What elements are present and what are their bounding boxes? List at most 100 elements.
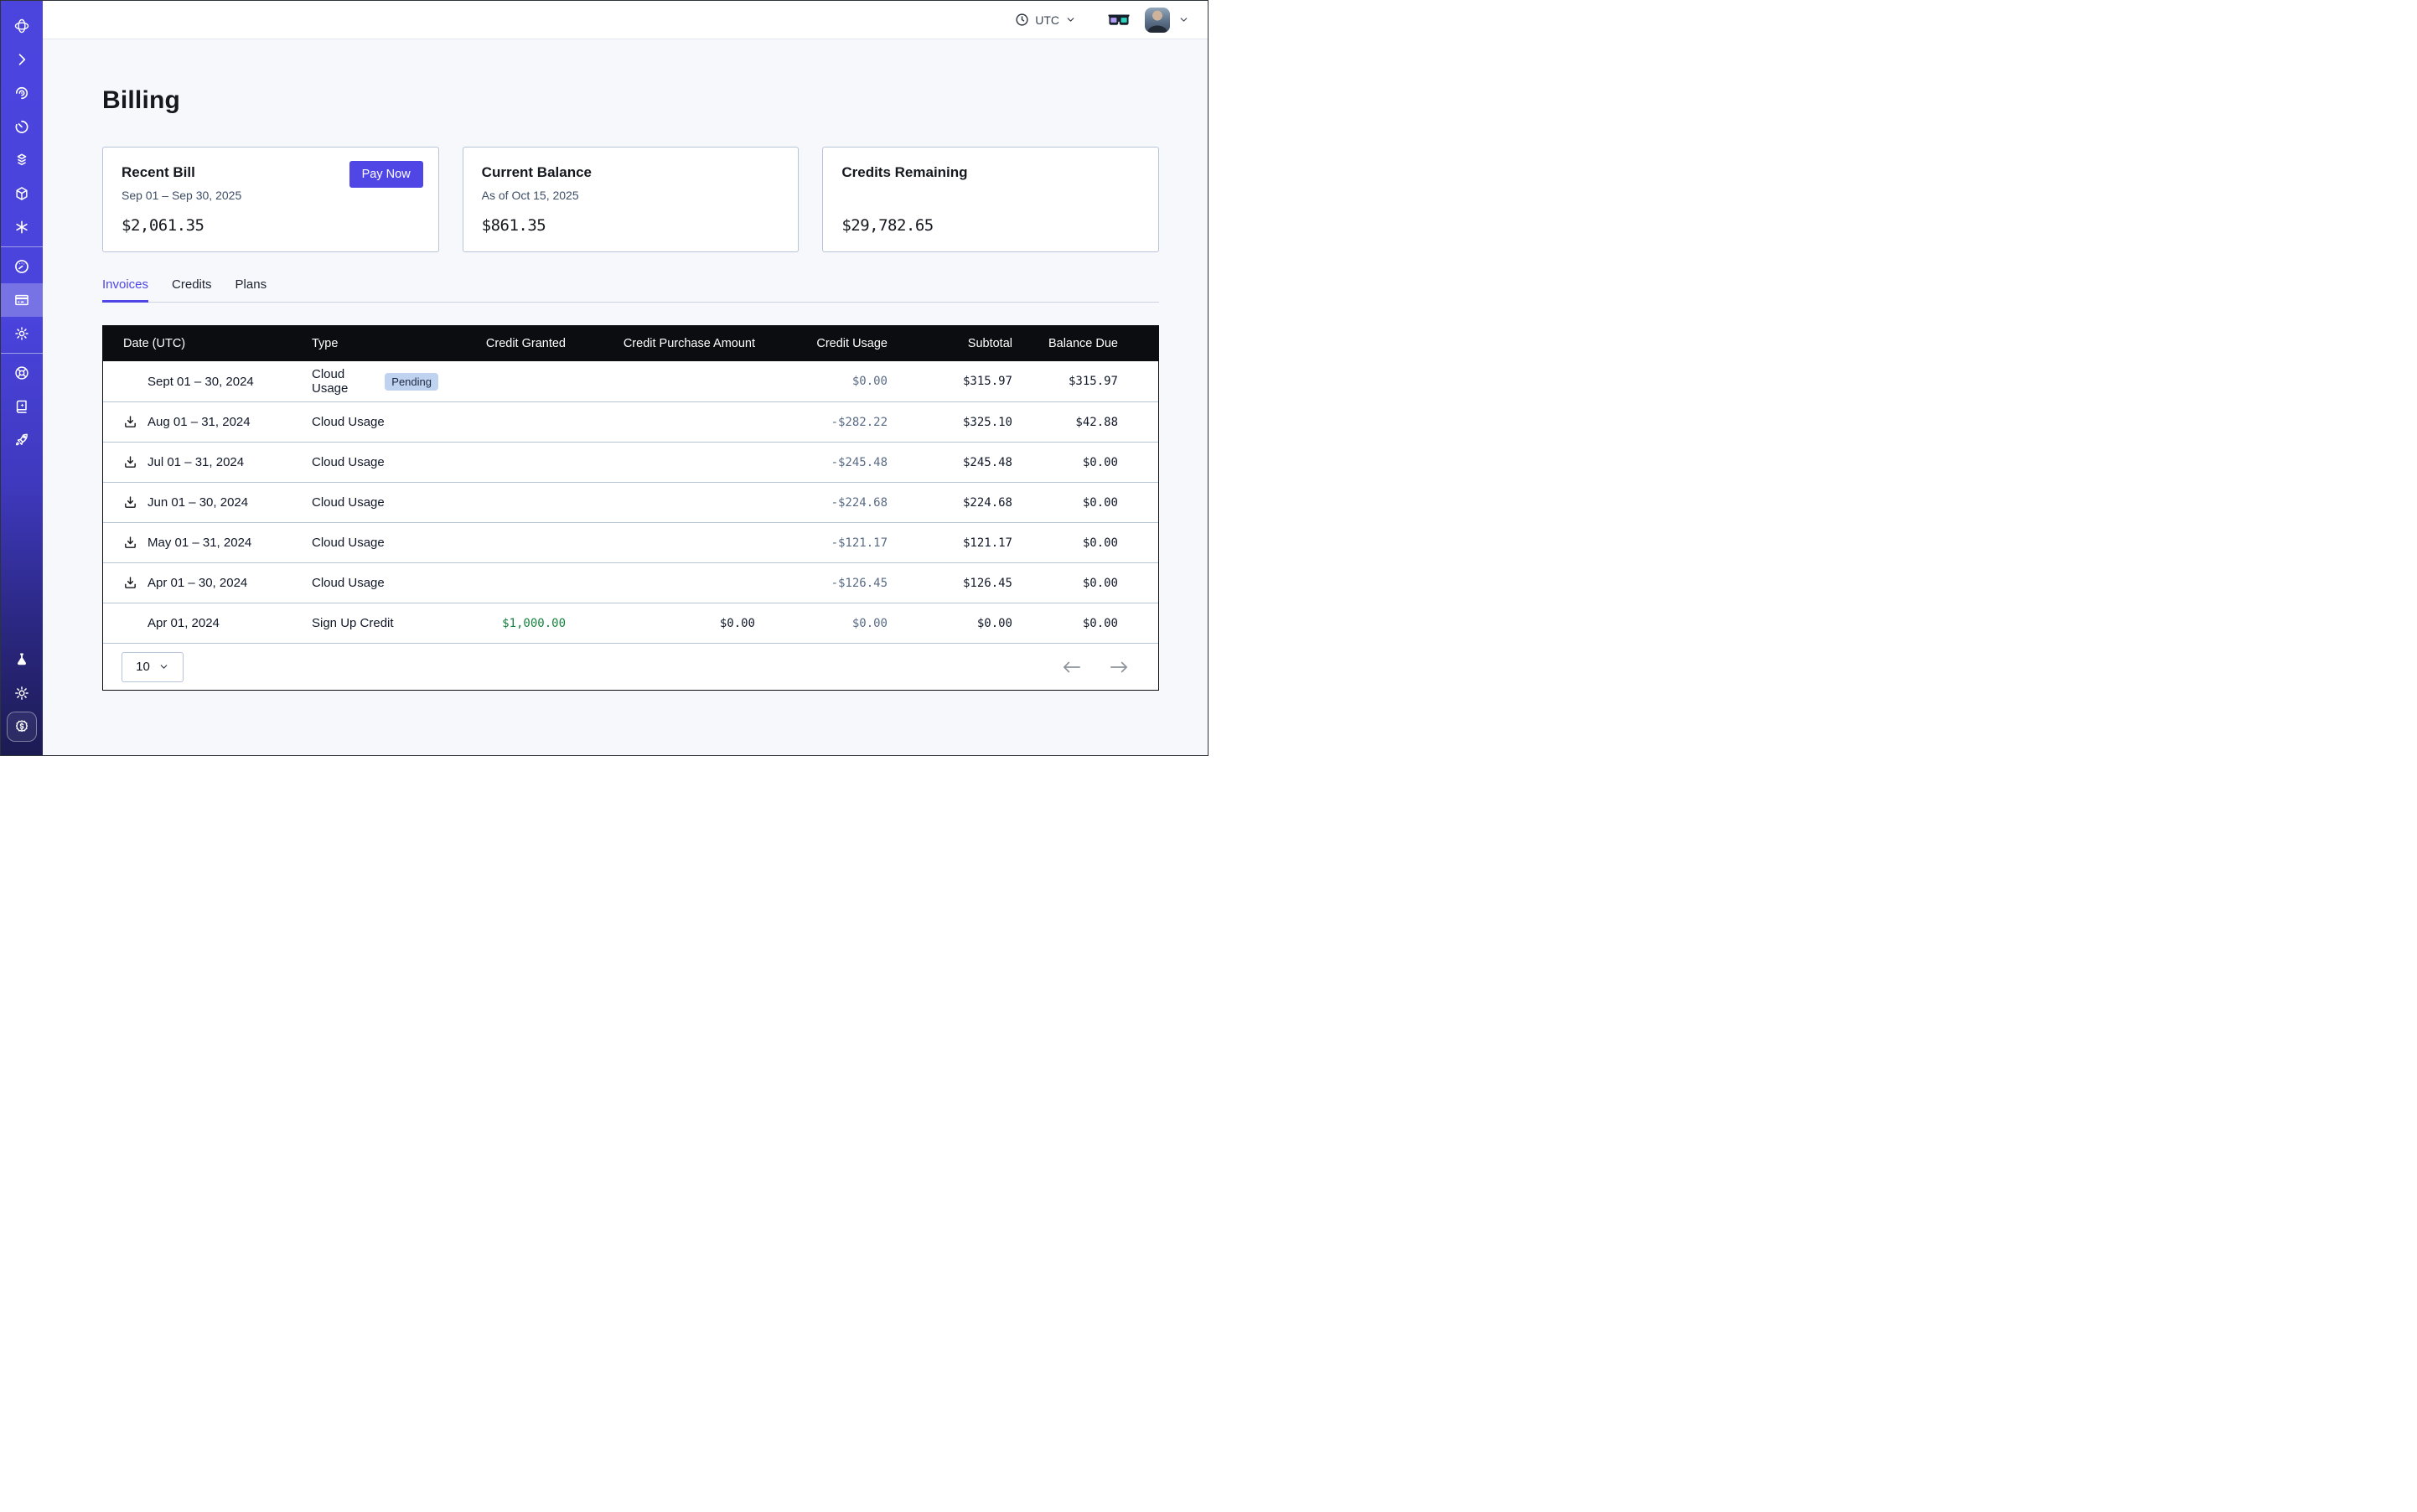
download-invoice-icon[interactable] bbox=[123, 455, 137, 469]
invoice-date: Sept 01 – 30, 2024 bbox=[148, 375, 254, 389]
credit-card-icon[interactable] bbox=[1, 283, 43, 317]
table-row: Apr 01 – 30, 2024Cloud Usage-$126.45$126… bbox=[103, 562, 1158, 603]
topbar: UTC bbox=[43, 1, 1208, 39]
billing-content: Billing Recent Bill Sep 01 – Sep 30, 202… bbox=[43, 39, 1208, 755]
sidebar-divider bbox=[1, 246, 43, 247]
orbit-logo-icon[interactable] bbox=[1, 9, 43, 43]
summary-cards: Recent Bill Sep 01 – Sep 30, 2025 $2,061… bbox=[102, 147, 1159, 252]
column-header: Subtotal bbox=[888, 337, 1012, 350]
tab-plans[interactable]: Plans bbox=[235, 277, 267, 303]
ship-wheel-icon[interactable] bbox=[1, 356, 43, 390]
invoice-date-cell: Jun 01 – 30, 2024 bbox=[103, 495, 312, 510]
credit-usage-cell: -$245.48 bbox=[755, 456, 888, 469]
subtotal-cell: $245.48 bbox=[888, 456, 1012, 469]
column-header: Credit Usage bbox=[755, 337, 888, 350]
credit-usage-cell: -$282.22 bbox=[755, 416, 888, 429]
rocket-icon[interactable] bbox=[1, 423, 43, 457]
invoice-type-cell: Cloud Usage bbox=[312, 415, 438, 429]
previous-page-arrow-left-icon[interactable] bbox=[1063, 660, 1081, 674]
current-balance-as-of: As of Oct 15, 2025 bbox=[482, 189, 579, 202]
tab-credits[interactable]: Credits bbox=[172, 277, 212, 303]
balance-due-cell: $42.88 bbox=[1012, 416, 1158, 429]
gear-icon[interactable] bbox=[1, 317, 43, 350]
3d-glasses-icon[interactable] bbox=[1108, 13, 1130, 27]
invoice-date: Jun 01 – 30, 2024 bbox=[148, 495, 248, 510]
timezone-label: UTC bbox=[1035, 13, 1059, 27]
sidebar-spacer bbox=[1, 457, 43, 643]
asterisk-icon[interactable] bbox=[1, 210, 43, 244]
credit-granted-cell: $1,000.00 bbox=[438, 617, 566, 630]
credit-usage-cell: -$224.68 bbox=[755, 496, 888, 510]
cube-icon[interactable] bbox=[1, 177, 43, 210]
column-header: Date (UTC) bbox=[103, 337, 312, 350]
credit-usage-cell: -$126.45 bbox=[755, 577, 888, 590]
table-header-row: Date (UTC)TypeCredit GrantedCredit Purch… bbox=[103, 326, 1158, 361]
gauge-icon[interactable] bbox=[1, 250, 43, 283]
subtotal-cell: $0.00 bbox=[888, 617, 1012, 630]
invoice-date-cell: Apr 01 – 30, 2024 bbox=[103, 576, 312, 590]
recent-bill-amount: $2,061.35 bbox=[122, 216, 204, 235]
balance-due-cell: $0.00 bbox=[1012, 496, 1158, 510]
invoice-date: Jul 01 – 31, 2024 bbox=[148, 455, 244, 469]
invoice-date: May 01 – 31, 2024 bbox=[148, 536, 251, 550]
table-body: Sept 01 – 30, 2024 Cloud Usage Pending $0.0… bbox=[103, 361, 1158, 643]
credit-purchase-cell: $0.00 bbox=[566, 617, 755, 630]
download-invoice-icon[interactable] bbox=[123, 415, 137, 429]
sidebar-divider bbox=[1, 353, 43, 354]
table-row: Aug 01 – 31, 2024 Cloud Usage -$282.22$325… bbox=[103, 401, 1158, 442]
table-row: Jun 01 – 30, 2024 Cloud Usage -$224.68$224… bbox=[103, 482, 1158, 522]
avatar[interactable] bbox=[1145, 8, 1170, 33]
recent-bill-title: Recent Bill bbox=[122, 164, 195, 181]
column-header: Balance Due bbox=[1012, 337, 1158, 350]
credit-usage-cell: $0.00 bbox=[755, 375, 888, 388]
invoice-type: Cloud Usage bbox=[312, 367, 378, 396]
invoice-date-cell: Sept 01 – 30, 2024 bbox=[103, 375, 312, 389]
account-menu-chevron-down-icon[interactable] bbox=[1178, 14, 1189, 25]
chevron-right-icon[interactable] bbox=[1, 43, 43, 76]
download-invoice-icon[interactable] bbox=[123, 495, 137, 510]
billing-page: { "topbar": { "timezone_label": "UTC", "… bbox=[0, 0, 1208, 756]
subtotal-cell: $224.68 bbox=[888, 496, 1012, 510]
book-sparkle-icon[interactable] bbox=[1, 390, 43, 423]
chevron-down-icon bbox=[158, 661, 169, 672]
timer-icon[interactable] bbox=[1, 110, 43, 143]
tab-invoices[interactable]: Invoices bbox=[102, 277, 148, 303]
subtotal-cell: $325.10 bbox=[888, 416, 1012, 429]
current-balance-amount: $861.35 bbox=[482, 216, 546, 235]
invoice-date: Apr 01, 2024 bbox=[148, 616, 220, 630]
invoice-type: Cloud Usage bbox=[312, 495, 385, 510]
pagination-controls bbox=[1063, 660, 1128, 674]
invoice-date-cell: Apr 01, 2024 bbox=[103, 616, 312, 630]
recent-bill-card: Recent Bill Sep 01 – Sep 30, 2025 $2,061… bbox=[102, 147, 439, 252]
invoice-date: Apr 01 – 30, 2024 bbox=[148, 576, 247, 590]
spiral-icon[interactable] bbox=[1, 76, 43, 110]
flask-icon[interactable] bbox=[1, 643, 43, 676]
chevron-down-icon bbox=[1065, 14, 1076, 25]
balance-due-cell: $0.00 bbox=[1012, 577, 1158, 590]
invoice-date-cell: Aug 01 – 31, 2024 bbox=[103, 415, 312, 429]
sun-icon[interactable] bbox=[1, 676, 43, 710]
invoice-type: Cloud Usage bbox=[312, 455, 385, 469]
invoice-date: Aug 01 – 31, 2024 bbox=[148, 415, 251, 429]
download-invoice-icon[interactable] bbox=[123, 536, 137, 550]
subtotal-cell: $121.17 bbox=[888, 536, 1012, 550]
credits-remaining-amount: $29,782.65 bbox=[841, 216, 933, 235]
table-row: May 01 – 31, 2024Cloud Usage-$121.17$121… bbox=[103, 522, 1158, 562]
invoice-type-cell: Cloud Usage bbox=[312, 536, 438, 550]
dollar-badge-icon[interactable] bbox=[7, 712, 37, 742]
column-header: Type bbox=[312, 337, 438, 350]
column-header: Credit Granted bbox=[438, 337, 566, 350]
download-invoice-icon[interactable] bbox=[123, 576, 137, 590]
timezone-selector[interactable]: UTC bbox=[1015, 13, 1076, 27]
next-page-arrow-right-icon[interactable] bbox=[1110, 660, 1128, 674]
page-size-select[interactable]: 10 bbox=[122, 652, 184, 682]
invoice-type-cell: Cloud Usage bbox=[312, 495, 438, 510]
invoice-type-cell: Sign Up Credit bbox=[312, 616, 438, 630]
page-title: Billing bbox=[102, 86, 1159, 115]
invoice-type: Cloud Usage bbox=[312, 576, 385, 590]
page-size-value: 10 bbox=[136, 660, 150, 674]
pay-now-button[interactable]: Pay Now bbox=[349, 161, 423, 188]
credits-remaining-title: Credits Remaining bbox=[841, 164, 967, 181]
status-badge: Pending bbox=[385, 373, 438, 391]
layers-icon[interactable] bbox=[1, 143, 43, 177]
